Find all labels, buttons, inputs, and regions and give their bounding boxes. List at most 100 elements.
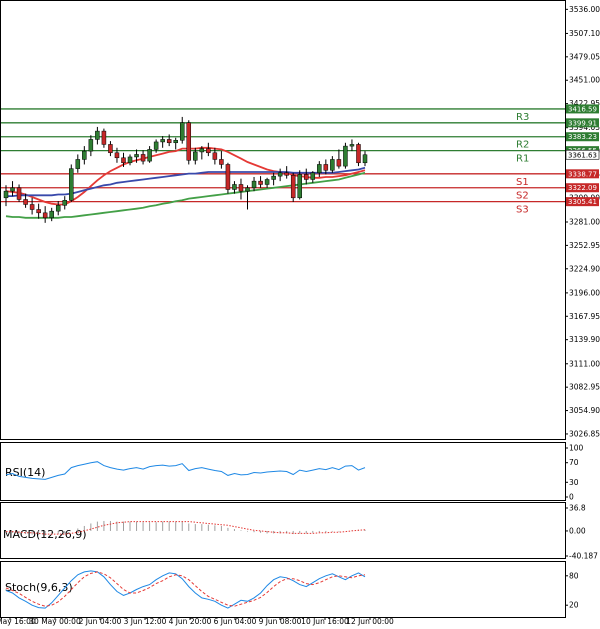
candle-body: [193, 151, 198, 161]
time-axis: 29 May 16:0030 May 00:002 Jun 04:003 Jun…: [0, 617, 394, 626]
candle-body: [69, 168, 74, 201]
candle-body: [153, 141, 159, 150]
candle-body: [29, 204, 35, 210]
candle-body: [134, 154, 139, 158]
price-tick-label: 3054.90: [569, 406, 600, 415]
candle-body: [16, 187, 22, 200]
candle-body: [206, 148, 211, 154]
time-tick-label: 3 Jun 12:00: [124, 617, 167, 626]
candle-body: [225, 164, 231, 190]
pivot-price-tag: 3338.77: [568, 170, 597, 178]
pivot-name: S1: [516, 177, 529, 188]
pivot-name: R1: [516, 154, 529, 165]
price-tick-label: 3451.00: [569, 76, 600, 85]
candle-body: [356, 144, 361, 164]
time-tick-label: 30 May 00:00: [29, 617, 81, 626]
price-axis: 3536.003507.103479.053451.003422.953394.…: [565, 5, 600, 438]
indicator-tick-label: 30: [569, 478, 579, 487]
price-tick-label: 3224.90: [569, 264, 600, 273]
indicator-tick-label: 0.00: [569, 526, 586, 535]
candle-body: [277, 172, 283, 177]
pivot-price-tag: 3416.59: [568, 105, 597, 113]
candle: [356, 142, 361, 167]
current-price-tag: 3361.63: [568, 151, 597, 159]
candle-body: [160, 139, 165, 143]
pivot-price-tag: 3305.41: [568, 198, 597, 206]
indicator-tick-label: 36.8: [569, 504, 586, 513]
candle-body: [343, 145, 348, 167]
candle-body: [62, 200, 67, 206]
candle-body: [297, 174, 302, 199]
candle-body: [3, 190, 9, 199]
main-pane-frame: [0, 0, 566, 440]
stoch-pane: Stoch(9,6,3) 8020: [0, 561, 579, 618]
main-price-pane: R3 R2 R1 S1 S2 S3 3536.00 3507.10 3479.05 3451.0…: [0, 0, 600, 440]
candle-body: [147, 149, 152, 162]
candle-body: [114, 152, 120, 159]
indicator-tick-label: 80: [569, 571, 579, 580]
candle-body: [140, 154, 146, 162]
time-tick-label: 6 Jun 04:00: [214, 617, 257, 626]
pivot-price-tag: 3399.91: [568, 119, 597, 127]
candle-body: [108, 144, 113, 154]
price-tick-label: 3536.00: [569, 5, 600, 14]
price-tick-label: 3252.95: [569, 241, 600, 250]
candle-body: [10, 187, 15, 192]
candle-body: [49, 210, 54, 219]
candle-body: [232, 184, 237, 190]
candle-body: [95, 130, 100, 140]
price-tick-label: 3507.10: [569, 29, 600, 38]
candle-body: [23, 199, 28, 205]
candle-body: [251, 180, 257, 189]
candle-body: [127, 156, 133, 164]
price-tick-label: 3479.05: [569, 52, 600, 61]
candle-body: [55, 205, 61, 212]
candle-body: [304, 174, 309, 180]
candle-body: [310, 172, 316, 180]
time-tick-label: 9 Jun 08:00: [259, 617, 302, 626]
candle-body: [121, 157, 126, 164]
rsi-axis: 100 70 30 0: [565, 444, 584, 502]
stoch-pane-frame: [0, 561, 566, 618]
candle-body: [88, 139, 94, 152]
indicator-tick-label: 100: [569, 444, 584, 453]
time-tick-label: 2 Jun 04:00: [79, 617, 122, 626]
indicator-tick-label: -40.187: [569, 552, 598, 561]
stoch-axis: 80 20: [565, 571, 579, 610]
price-tick-label: 3281.00: [569, 218, 600, 227]
candle: [69, 164, 74, 202]
candle-body: [330, 159, 335, 171]
candle-body: [317, 164, 322, 174]
candle: [343, 142, 348, 169]
candle-body: [173, 140, 178, 144]
candle-body: [75, 159, 81, 169]
candle: [186, 120, 192, 165]
candle-body: [82, 150, 87, 160]
pivot-name: R3: [516, 112, 529, 123]
candle-body: [323, 164, 329, 171]
candle: [290, 172, 296, 202]
candle-body: [101, 130, 107, 145]
pivot-price-tag: 3322.09: [568, 184, 597, 192]
candle-body: [284, 172, 289, 176]
price-tick-label: 3026.85: [569, 429, 600, 438]
price-tick-label: 3139.90: [569, 335, 600, 344]
candle-body: [42, 212, 48, 219]
trading-chart: R3 R2 R1 S1 S2 S3 3536.00 3507.10 3479.05 3451.0…: [0, 0, 600, 626]
indicator-tick-label: 70: [569, 458, 579, 467]
candle: [225, 162, 231, 194]
pivot-name: S3: [516, 205, 529, 216]
price-tick-label: 3196.00: [569, 288, 600, 297]
candle-body: [245, 187, 250, 192]
pivot-name: S2: [516, 191, 529, 202]
candle-body: [264, 179, 270, 185]
candle-body: [199, 148, 205, 153]
candle: [297, 170, 302, 200]
macd-pane: MACD(12,26,9) 36.80.00-40.187: [0, 502, 598, 561]
candle-body: [219, 159, 224, 165]
candle-body: [362, 154, 368, 164]
price-tick-label: 3167.95: [569, 312, 600, 321]
candle-body: [290, 175, 296, 199]
price-tick-label: 3082.95: [569, 383, 600, 392]
candle-body: [238, 184, 244, 192]
